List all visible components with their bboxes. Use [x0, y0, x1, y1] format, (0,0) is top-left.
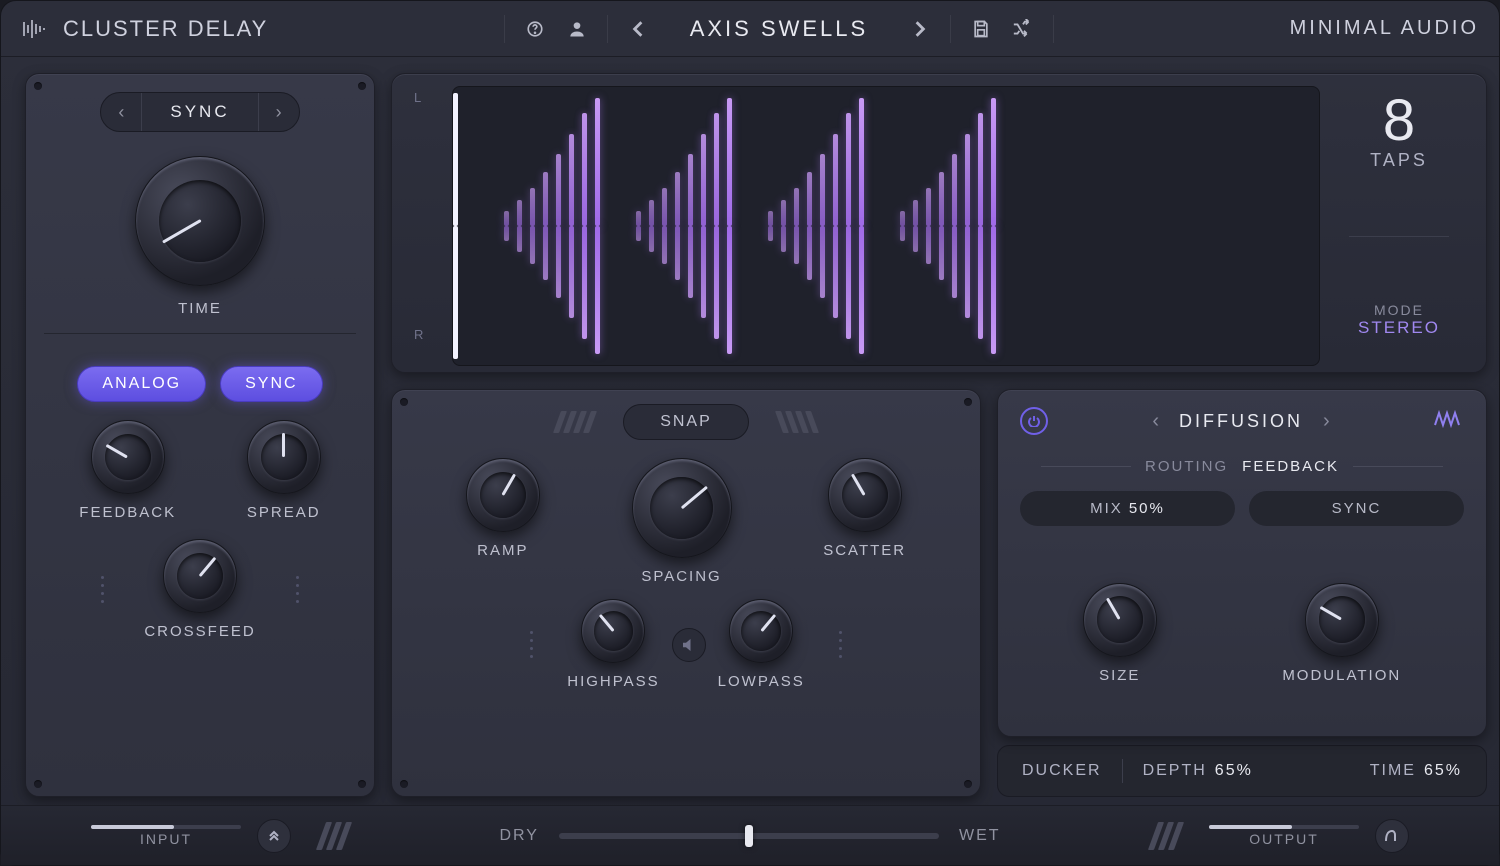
fx-prev[interactable]: ‹: [1152, 410, 1159, 433]
drywet-slider[interactable]: [559, 833, 939, 839]
help-button[interactable]: [517, 11, 553, 47]
time-knob[interactable]: [135, 156, 265, 286]
stripes-icon: [557, 411, 593, 433]
fx-next[interactable]: ›: [1323, 410, 1330, 433]
footer-bar: INPUT DRY WET OUTPUT: [1, 805, 1499, 865]
size-knob[interactable]: [1083, 583, 1157, 657]
preset-name[interactable]: AXIS SWELLS: [662, 16, 897, 42]
time-panel: ‹ SYNC › TIME ANALOG SYNC FEEDBACK SP: [25, 73, 375, 797]
randomize-button[interactable]: [1005, 11, 1041, 47]
fx-title[interactable]: DIFFUSION: [1179, 411, 1303, 432]
header-bar: CLUSTER DELAY AXIS SWELLS MINIMAL AUDIO: [1, 1, 1499, 57]
time-mode-next[interactable]: ›: [259, 102, 299, 123]
cluster-panel: SNAP RAMP SPACING SCATTER: [391, 389, 981, 797]
viz-r-label: R: [414, 327, 438, 342]
scatter-knob[interactable]: [828, 458, 902, 532]
filter-listen-icon[interactable]: [672, 628, 706, 662]
lowpass-knob[interactable]: [729, 599, 793, 663]
visualizer-panel: L R 01/42/43/44/4 8 TAPS MODE: [391, 73, 1487, 373]
modulation-knob[interactable]: [1305, 583, 1379, 657]
time-mode-selector: ‹ SYNC ›: [100, 92, 299, 132]
stereo-mode[interactable]: STEREO: [1358, 318, 1440, 338]
taps-count[interactable]: 8: [1370, 92, 1428, 150]
fx-panel: ‹ DIFFUSION › ROUTING FEEDBACK: [997, 389, 1487, 737]
brand-label: MINIMAL AUDIO: [1290, 17, 1479, 40]
stripes-icon: [779, 411, 815, 433]
viz-l-label: L: [414, 90, 438, 105]
output-slider[interactable]: [1209, 825, 1359, 829]
snap-toggle[interactable]: SNAP: [623, 404, 749, 440]
spacing-knob[interactable]: [632, 458, 732, 558]
routing-value[interactable]: FEEDBACK: [1242, 458, 1339, 475]
time-mode-label[interactable]: SYNC: [141, 93, 258, 131]
plugin-window: CLUSTER DELAY AXIS SWELLS MINIMAL AUDIO …: [0, 0, 1500, 866]
time-knob-label: TIME: [178, 300, 222, 317]
input-slider[interactable]: [91, 825, 241, 829]
ducker-depth[interactable]: 65%: [1215, 762, 1253, 780]
ducker-toggle[interactable]: DUCKER: [1022, 762, 1102, 780]
user-button[interactable]: [559, 11, 595, 47]
fx-type-icon[interactable]: [1434, 410, 1464, 433]
crossfeed-knob[interactable]: [163, 539, 237, 613]
spread-knob[interactable]: [247, 420, 321, 494]
feedback-knob[interactable]: [91, 420, 165, 494]
plugin-name: CLUSTER DELAY: [63, 16, 268, 42]
fx-power-button[interactable]: [1020, 407, 1048, 435]
sync-toggle[interactable]: SYNC: [220, 366, 322, 402]
analog-toggle[interactable]: ANALOG: [77, 366, 206, 402]
ducker-time[interactable]: 65%: [1424, 762, 1462, 780]
fx-mix-control[interactable]: MIX50%: [1020, 491, 1235, 526]
main-area: ‹ SYNC › TIME ANALOG SYNC FEEDBACK SP: [1, 57, 1499, 805]
plugin-logo-icon: [21, 19, 49, 39]
fx-sync-toggle[interactable]: SYNC: [1249, 491, 1464, 526]
preset-prev-button[interactable]: [620, 11, 656, 47]
preset-next-button[interactable]: [902, 11, 938, 47]
time-mode-prev[interactable]: ‹: [101, 102, 141, 123]
input-expand-button[interactable]: [257, 819, 291, 853]
ramp-knob[interactable]: [466, 458, 540, 532]
save-button[interactable]: [963, 11, 999, 47]
ducker-bar: DUCKER DEPTH 65% TIME 65%: [997, 745, 1487, 797]
limiter-button[interactable]: [1375, 819, 1409, 853]
highpass-knob[interactable]: [581, 599, 645, 663]
tap-visualizer[interactable]: 01/42/43/44/4: [452, 86, 1320, 366]
